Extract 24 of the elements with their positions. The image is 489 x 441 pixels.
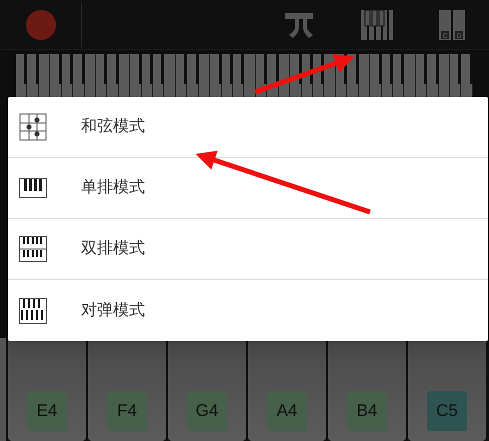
piano-key[interactable]: A4 <box>248 338 326 441</box>
menu-item[interactable]: 双排模式 <box>8 219 488 280</box>
piano-key[interactable]: B4 <box>328 338 406 441</box>
record-button[interactable] <box>26 10 56 40</box>
pi-icon[interactable] <box>283 10 315 38</box>
piano-key[interactable]: C5 <box>408 338 486 441</box>
piano-icon[interactable] <box>361 10 393 40</box>
piano-icon <box>19 178 47 198</box>
note-label: F4 <box>107 391 147 431</box>
menu-item[interactable]: 对弹模式 <box>8 280 488 341</box>
duet-keyboard-icon <box>19 298 47 324</box>
note-label: B4 <box>347 391 387 431</box>
piano-key[interactable]: G4 <box>168 338 246 441</box>
note-label: C5 <box>427 391 467 431</box>
menu-item[interactable]: 和弦模式 <box>8 97 488 158</box>
menu-item[interactable]: 单排模式 <box>8 158 488 219</box>
keyboard-overview[interactable] <box>16 54 473 98</box>
piano-key[interactable]: F4 <box>88 338 166 441</box>
note-label: G4 <box>187 391 227 431</box>
note-label: E4 <box>27 391 67 431</box>
double-keyboard-icon <box>19 236 47 262</box>
piano-key[interactable]: E4 <box>8 338 86 441</box>
chord-grid-icon <box>19 113 47 141</box>
note-label: A4 <box>267 391 307 431</box>
